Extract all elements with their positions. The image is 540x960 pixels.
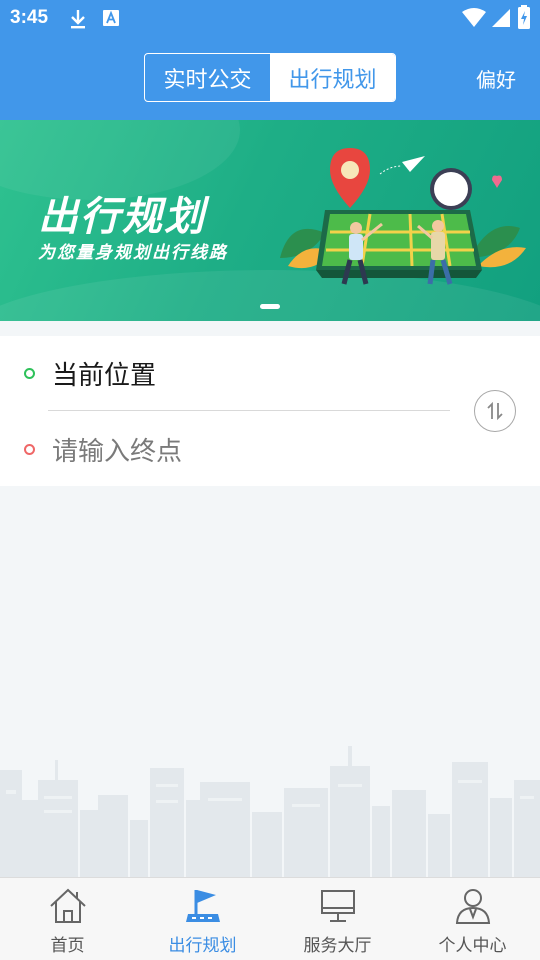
flag-icon (185, 890, 220, 922)
banner-title: 出行规划 (38, 194, 206, 240)
tab-realtime-bus[interactable]: 实时公交 (145, 54, 270, 101)
tab-trip-planning[interactable]: 出行规划 (270, 54, 395, 101)
origin-dot-icon (24, 367, 35, 379)
preferences-button[interactable]: 偏好 (476, 64, 516, 93)
destination-field[interactable]: 请输入终点 (0, 412, 460, 486)
mode-segmented-control: 实时公交 出行规划 (144, 53, 396, 102)
nav-profile-label: 个人中心 (438, 936, 507, 956)
battery-icon (518, 5, 530, 29)
banner-illustration (280, 148, 526, 285)
download-icon (71, 10, 85, 29)
bottom-navigation: 首页 出行规划 服务大厅 个人中心 (0, 877, 540, 960)
route-input-card: 当前位置 请输入终点 (0, 336, 540, 486)
nav-trip-planning-label: 出行规划 (168, 936, 237, 956)
nav-trip-planning[interactable]: 出行规划 (135, 878, 270, 960)
home-icon (49, 888, 86, 923)
promo-banner[interactable]: 出行规划 为您量身规划出行线路 (0, 120, 540, 321)
nav-service-hall[interactable]: 服务大厅 (270, 878, 405, 960)
banner-subtitle: 为您量身规划出行线路 (38, 243, 228, 263)
destination-dot-icon (24, 443, 35, 455)
nav-home[interactable]: 首页 (0, 878, 135, 960)
banner-page-indicator (260, 304, 280, 309)
status-bar: 3:45 (0, 0, 540, 38)
city-skyline-illustration (0, 746, 540, 878)
nav-profile[interactable]: 个人中心 (405, 878, 540, 960)
nav-home-label: 首页 (50, 936, 85, 956)
app-header: 3:45 实时公交 出行规划 偏好 (0, 0, 540, 120)
swap-button[interactable] (474, 390, 516, 432)
origin-text: 当前位置 (52, 360, 157, 391)
signal-icon (492, 9, 510, 27)
status-time: 3:45 (10, 7, 49, 28)
user-icon (455, 889, 490, 924)
destination-placeholder: 请输入终点 (52, 436, 183, 467)
monitor-icon (320, 890, 355, 922)
swap-icon (487, 401, 503, 421)
divider (48, 410, 450, 411)
wifi-icon (462, 8, 486, 27)
nav-service-hall-label: 服务大厅 (303, 936, 372, 956)
origin-field[interactable]: 当前位置 (0, 336, 460, 410)
app-notification-icon (103, 10, 119, 26)
